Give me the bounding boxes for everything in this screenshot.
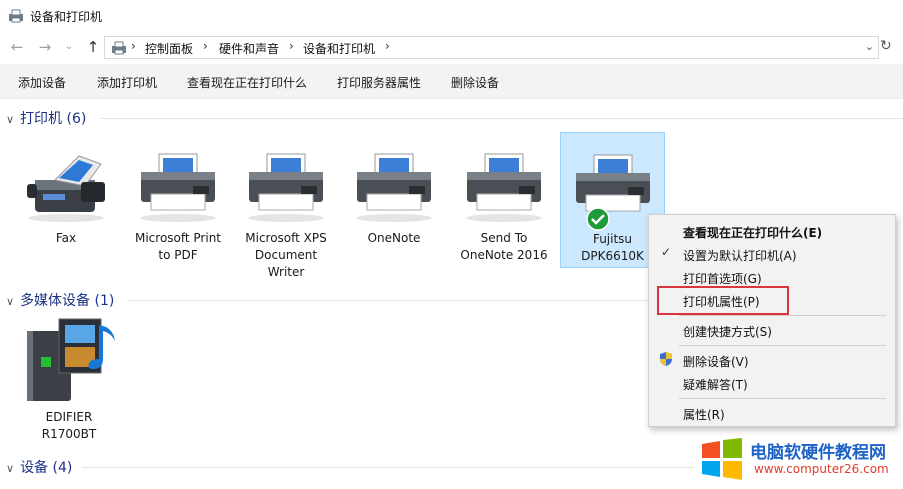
device-label: Microsoft XPS (245, 231, 327, 245)
media-device-icon (27, 318, 115, 401)
printer-icon (140, 153, 216, 222)
group-title: 设备 (4) (20, 460, 73, 476)
device-label: Microsoft Print (134, 231, 222, 245)
breadcrumb-separator: › (385, 39, 390, 53)
group-title: 打印机 (6) (20, 111, 87, 127)
device-label: Send To (480, 231, 528, 245)
checkmark-icon: ✓ (661, 245, 672, 259)
device-label: Fax (55, 231, 77, 245)
command-bar: 添加设备 添加打印机 查看现在正在打印什么 打印服务器属性 删除设备 (0, 64, 903, 99)
menu-item-preferences[interactable]: 打印首选项(G) (683, 270, 762, 287)
device-tile-ms-xps-writer[interactable]: Microsoft XPS Document Writer (234, 140, 338, 285)
remove-device-button[interactable]: 删除设备 (451, 74, 499, 91)
title-bar: 设备和打印机 (0, 0, 903, 32)
breadcrumb-separator: › (131, 39, 136, 53)
chevron-down-icon[interactable]: ⌄ (60, 38, 78, 56)
device-label: R1700BT (41, 427, 97, 441)
breadcrumb-separator: › (289, 39, 294, 53)
menu-item-create-shortcut[interactable]: 创建快捷方式(S) (683, 323, 772, 340)
watermark-title: 电脑软硬件教程网 (750, 443, 886, 463)
group-header-devices[interactable]: ∨ 设备 (4) (6, 457, 72, 477)
printer-icon (356, 153, 432, 222)
printer-icon (248, 153, 324, 222)
see-printing-button[interactable]: 查看现在正在打印什么 (187, 74, 307, 91)
menu-item-remove-device[interactable]: 删除设备(V) (683, 353, 749, 370)
breadcrumb-control-panel[interactable]: 控制面板 (145, 40, 193, 57)
navigation-row: ← → ⌄ ↑ › 控制面板 › 硬件和声音 › 设备和打印机 › ⌄ (0, 32, 903, 62)
device-tile-ms-print-to-pdf[interactable]: Microsoft Print to PDF (126, 140, 230, 280)
device-label: OneNote (367, 231, 421, 245)
watermark-url: www.computer26.com (754, 462, 889, 476)
menu-separator (679, 315, 886, 316)
devices-printers-icon (112, 41, 126, 55)
add-printer-button[interactable]: 添加打印机 (97, 74, 157, 91)
menu-item-see-printing[interactable]: 查看现在正在打印什么(E) (683, 224, 822, 241)
group-title: 多媒体设备 (1) (20, 293, 115, 309)
device-label: Writer (267, 265, 305, 279)
breadcrumb-devices-printers[interactable]: 设备和打印机 (303, 40, 375, 57)
context-menu: 查看现在正在打印什么(E) ✓ 设置为默认打印机(A) 打印首选项(G) 打印机… (648, 214, 896, 427)
check-icon (586, 207, 610, 231)
devices-printers-icon (9, 9, 23, 23)
device-label: to PDF (158, 248, 198, 262)
printer-icon (466, 153, 542, 222)
group-header-multimedia[interactable]: ∨ 多媒体设备 (1) (6, 290, 114, 310)
arrow-left-icon[interactable]: ← (8, 38, 26, 56)
device-tile-send-to-onenote[interactable]: Send To OneNote 2016 (452, 140, 556, 270)
device-label: EDIFIER (45, 410, 93, 424)
address-dropdown-icon[interactable]: ⌄ (865, 40, 874, 53)
window-title: 设备和打印机 (30, 10, 103, 24)
breadcrumb-separator: › (203, 39, 208, 53)
highlight-box (657, 286, 789, 315)
print-server-properties-button[interactable]: 打印服务器属性 (337, 74, 421, 91)
printer-icon (575, 154, 650, 212)
device-tile-onenote[interactable]: OneNote (344, 140, 444, 250)
group-divider (128, 300, 650, 301)
group-header-printers[interactable]: ∨ 打印机 (6) (6, 108, 86, 128)
add-device-button[interactable]: 添加设备 (18, 74, 66, 91)
windows-logo-icon (702, 438, 742, 480)
menu-item-troubleshoot[interactable]: 疑难解答(T) (683, 376, 748, 393)
chevron-down-icon: ∨ (6, 462, 15, 475)
group-divider (100, 118, 903, 119)
watermark: 电脑软硬件教程网 www.computer26.com (696, 432, 901, 488)
menu-separator (679, 345, 886, 346)
breadcrumb-hardware-sound[interactable]: 硬件和声音 (219, 40, 279, 57)
arrow-up-icon[interactable]: ↑ (84, 38, 102, 56)
refresh-icon[interactable]: ↻ (880, 38, 892, 54)
address-bar[interactable]: › 控制面板 › 硬件和声音 › 设备和打印机 › ⌄ (104, 36, 879, 59)
device-tile-edifier[interactable]: EDIFIER R1700BT (16, 315, 122, 450)
group-divider (82, 467, 694, 468)
device-label: OneNote 2016 (460, 248, 548, 262)
arrow-right-icon[interactable]: → (36, 38, 54, 56)
menu-separator (679, 398, 886, 399)
menu-item-set-default[interactable]: 设置为默认打印机(A) (683, 247, 797, 264)
device-label: Document (254, 248, 318, 262)
chevron-down-icon: ∨ (6, 113, 15, 126)
menu-item-properties[interactable]: 属性(R) (683, 406, 725, 423)
fax-icon (27, 155, 105, 222)
chevron-down-icon: ∨ (6, 295, 15, 308)
shield-icon (660, 352, 672, 366)
device-tile-fax[interactable]: Fax (18, 140, 114, 250)
